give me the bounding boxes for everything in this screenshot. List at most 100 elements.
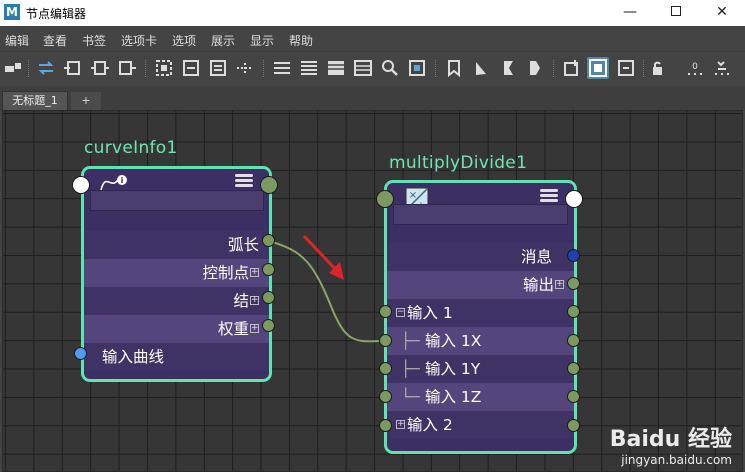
- bookmark-edit-icon[interactable]: [470, 57, 492, 79]
- connection-wire: [268, 240, 387, 343]
- attr-row-arc-length: 弧长: [84, 231, 269, 260]
- swap-arrows-icon[interactable]: [35, 57, 57, 79]
- search-icon[interactable]: [379, 57, 401, 79]
- multiplydivide-name-field[interactable]: [393, 204, 568, 225]
- expand-icon[interactable]: +: [250, 295, 259, 305]
- toolbar-separator: [643, 60, 644, 77]
- attr-row-message: 消息: [387, 243, 574, 272]
- port-input-curve-in[interactable]: [74, 347, 87, 360]
- attr-row-control-points: 控制点 +: [84, 259, 269, 288]
- lock-icon[interactable]: [646, 57, 668, 79]
- frame-selected-icon[interactable]: [180, 57, 202, 79]
- attr-row-input1y: ├─ 输入 1Y: [387, 355, 574, 384]
- expand-icon[interactable]: +: [250, 323, 259, 333]
- attr-row-input2: + 输入 2: [387, 411, 574, 440]
- port-input1y-in[interactable]: [379, 362, 392, 375]
- port-input1x-in[interactable]: [379, 334, 392, 347]
- curveinfo-node-title: curveInfo1: [84, 138, 178, 158]
- attr-row-input1z: └─ 输入 1Z: [387, 383, 574, 412]
- swatch-icon[interactable]: [406, 57, 428, 79]
- curveinfo-node-header: i: [84, 169, 269, 215]
- port-control-points-out[interactable]: [262, 263, 275, 276]
- window-title: 节点编辑器: [26, 7, 87, 21]
- frame-all-icon[interactable]: [153, 57, 175, 79]
- bookmark-prev-icon[interactable]: [497, 57, 519, 79]
- port-input2-out[interactable]: [567, 419, 580, 432]
- graph-input-output-icon[interactable]: [2, 57, 24, 79]
- snap-grid-icon[interactable]: [711, 57, 733, 79]
- attr-row-input1x: ├─ 输入 1X: [387, 327, 574, 356]
- add-tab-button[interactable]: +: [71, 92, 101, 110]
- remove-node-icon[interactable]: [615, 57, 637, 79]
- watermark-logo: Baidu 经验: [609, 427, 732, 452]
- multiplydivide-node-title: multiplyDivide1: [389, 153, 528, 173]
- zero-grid-icon[interactable]: 0: [684, 57, 706, 79]
- maximize-button[interactable]: [653, 0, 699, 26]
- multiplydivide-node-header: × ÷: [387, 183, 574, 229]
- pin-icon[interactable]: [234, 57, 256, 79]
- port-output-out[interactable]: [567, 277, 580, 290]
- full-mode-icon[interactable]: [325, 57, 347, 79]
- node-menu-icon[interactable]: [540, 189, 558, 203]
- input-output-connections-icon[interactable]: [89, 57, 111, 79]
- port-input1x-out[interactable]: [567, 334, 580, 347]
- custom-mode-icon[interactable]: [352, 57, 374, 79]
- layout-icon[interactable]: [207, 57, 229, 79]
- attr-row-knots: 结 +: [84, 287, 269, 316]
- node-graph-canvas[interactable]: curveInfo1 i 弧长 控制点 + 结 + 权重 + 输入曲线 multipl…: [2, 110, 743, 472]
- create-node-icon[interactable]: [561, 57, 583, 79]
- menu-options[interactable]: 选项: [172, 32, 196, 49]
- port-input1z-out[interactable]: [567, 390, 580, 403]
- connected-mode-icon[interactable]: [298, 57, 320, 79]
- node-menu-icon[interactable]: [235, 174, 253, 188]
- port-input2-in[interactable]: [379, 419, 392, 432]
- toolbar: 0: [0, 51, 745, 83]
- attr-label-input1z: 输入 1Z: [425, 388, 482, 406]
- attr-label-input1y: 输入 1Y: [425, 360, 481, 378]
- multiplydivide-main-input-port[interactable]: [376, 190, 394, 208]
- menu-bookmarks[interactable]: 书签: [82, 32, 106, 49]
- input-connections-icon[interactable]: [62, 57, 84, 79]
- attr-row-input-curve: 输入曲线: [84, 343, 269, 372]
- expand-icon[interactable]: +: [555, 279, 564, 289]
- expand-icon[interactable]: +: [250, 267, 259, 277]
- graph-network-icon[interactable]: [587, 57, 609, 79]
- menu-help[interactable]: 帮助: [289, 32, 313, 49]
- port-input1-in[interactable]: [379, 305, 392, 318]
- title-bar: M 节点编辑器 — ✕: [0, 0, 745, 26]
- curveinfo-name-field[interactable]: [90, 190, 264, 211]
- expand-icon[interactable]: +: [396, 419, 405, 429]
- tab-untitled-1[interactable]: 无标题_1: [2, 91, 68, 110]
- port-input1z-in[interactable]: [379, 390, 392, 403]
- tree-branch-icon: ├─: [401, 332, 420, 350]
- curveinfo-main-output-port[interactable]: [260, 176, 278, 194]
- watermark: Baidu 经验 jingyan.baidu.com: [610, 421, 732, 467]
- port-message-out[interactable]: [567, 249, 580, 262]
- output-connections-icon[interactable]: [116, 57, 138, 79]
- menu-edit[interactable]: 编辑: [5, 32, 29, 49]
- simple-mode-icon[interactable]: [271, 57, 293, 79]
- menu-tabs[interactable]: 选项卡: [121, 32, 157, 49]
- minimize-button[interactable]: —: [607, 0, 653, 26]
- multiplydivide-main-output-port[interactable]: [565, 190, 583, 208]
- multiplydivide-node[interactable]: × ÷ 消息 输出+ −输入 1 ├─ 输入 1X ├─ 输入 1Y └─ 输入 1Z…: [384, 180, 577, 454]
- curveinfo-main-input-port[interactable]: [72, 176, 90, 194]
- menu-show[interactable]: 展示: [211, 32, 235, 49]
- attr-label-control-points: 控制点 +: [202, 264, 259, 282]
- port-arc-length-out[interactable]: [262, 234, 275, 247]
- port-knots-out[interactable]: [262, 291, 275, 304]
- port-input1-out[interactable]: [567, 305, 580, 318]
- bookmark-next-icon[interactable]: [524, 57, 546, 79]
- watermark-url: jingyan.baidu.com: [621, 453, 732, 467]
- toolbar-separator: [263, 60, 264, 77]
- port-weights-out[interactable]: [262, 319, 275, 332]
- curveinfo-node[interactable]: i 弧长 控制点 + 结 + 权重 + 输入曲线: [81, 166, 272, 382]
- menu-view[interactable]: 查看: [43, 32, 67, 49]
- close-button[interactable]: ✕: [699, 0, 745, 26]
- bookmark-add-icon[interactable]: [443, 57, 465, 79]
- port-input1y-out[interactable]: [567, 362, 580, 375]
- collapse-icon[interactable]: −: [396, 307, 405, 317]
- maximize-icon: [671, 5, 681, 16]
- toolbar-separator: [145, 60, 146, 77]
- menu-display[interactable]: 显示: [250, 32, 274, 49]
